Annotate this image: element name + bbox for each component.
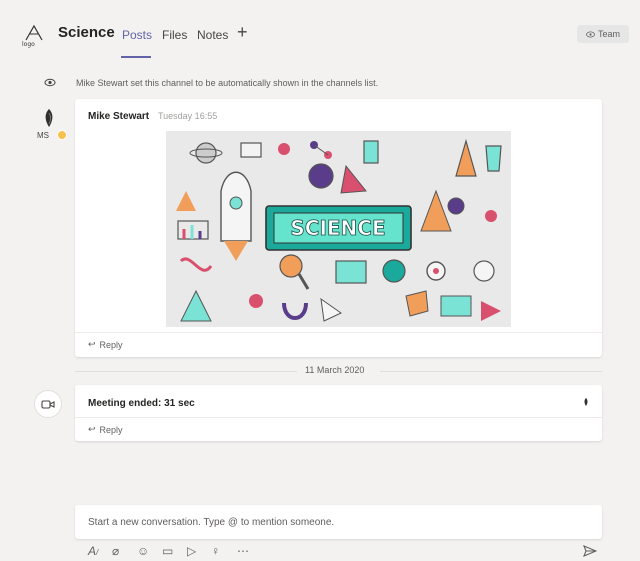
eye-icon: [44, 78, 56, 87]
meeting-card: Meeting ended: 31 sec ↩ Reply: [75, 385, 602, 441]
participant-avatar-icon[interactable]: [582, 397, 590, 409]
team-logo-icon[interactable]: logo: [20, 22, 48, 48]
reply-button[interactable]: ↩ Reply: [88, 339, 123, 350]
post-author[interactable]: Mike Stewart: [88, 111, 149, 122]
avatar-initials: MS: [37, 131, 49, 140]
send-icon[interactable]: [583, 545, 597, 557]
date-separator-line-left: [75, 371, 297, 372]
date-separator: 11 March 2020: [305, 365, 365, 375]
tab-files[interactable]: Files: [162, 28, 187, 42]
eye-icon: [586, 31, 595, 37]
add-tab-plus-icon[interactable]: +: [237, 23, 248, 41]
meeting-camera-icon: [34, 390, 62, 418]
meeting-title: Meeting ended: 31 sec: [88, 398, 195, 409]
tab-notes[interactable]: Notes: [197, 28, 228, 42]
post-card: Mike Stewart Tuesday 16:55 SCIENCE ↩ Rep…: [75, 99, 602, 357]
system-message: Mike Stewart set this channel to be auto…: [76, 78, 379, 88]
compose-box[interactable]: Start a new conversation. Type @ to ment…: [75, 505, 602, 539]
reply-label: Reply: [99, 424, 123, 435]
meeting-divider: [75, 417, 602, 418]
post-image[interactable]: SCIENCE: [166, 131, 511, 327]
reply-arrow-icon: ↩: [88, 424, 96, 434]
emoji-icon[interactable]: ☺: [137, 544, 149, 558]
format-icon[interactable]: A/: [88, 544, 98, 558]
meet-now-icon[interactable]: ▭: [162, 544, 173, 558]
meeting-reply-button[interactable]: ↩ Reply: [88, 424, 123, 435]
reply-label: Reply: [99, 339, 123, 350]
active-tab-indicator: [121, 56, 151, 58]
reply-arrow-icon: ↩: [88, 339, 96, 349]
praise-icon[interactable]: ♀: [211, 544, 220, 558]
date-separator-line-right: [380, 371, 602, 372]
team-button[interactable]: Team: [577, 25, 629, 43]
compose-input[interactable]: Start a new conversation. Type @ to ment…: [88, 517, 334, 528]
presence-status-icon: [57, 130, 67, 140]
stream-icon[interactable]: ▷: [187, 544, 196, 558]
post-image-caption: SCIENCE: [290, 216, 385, 240]
post-divider: [75, 332, 602, 333]
team-button-label: Team: [597, 29, 620, 39]
attach-icon[interactable]: ⌀: [112, 544, 119, 558]
svg-text:logo: logo: [22, 41, 35, 48]
more-icon[interactable]: ⋯: [237, 544, 250, 558]
channel-header: logo Science Posts Files Notes + Team: [0, 0, 640, 60]
post-timestamp: Tuesday 16:55: [158, 111, 218, 121]
channel-name: Science: [58, 24, 115, 41]
tab-posts[interactable]: Posts: [122, 28, 152, 42]
